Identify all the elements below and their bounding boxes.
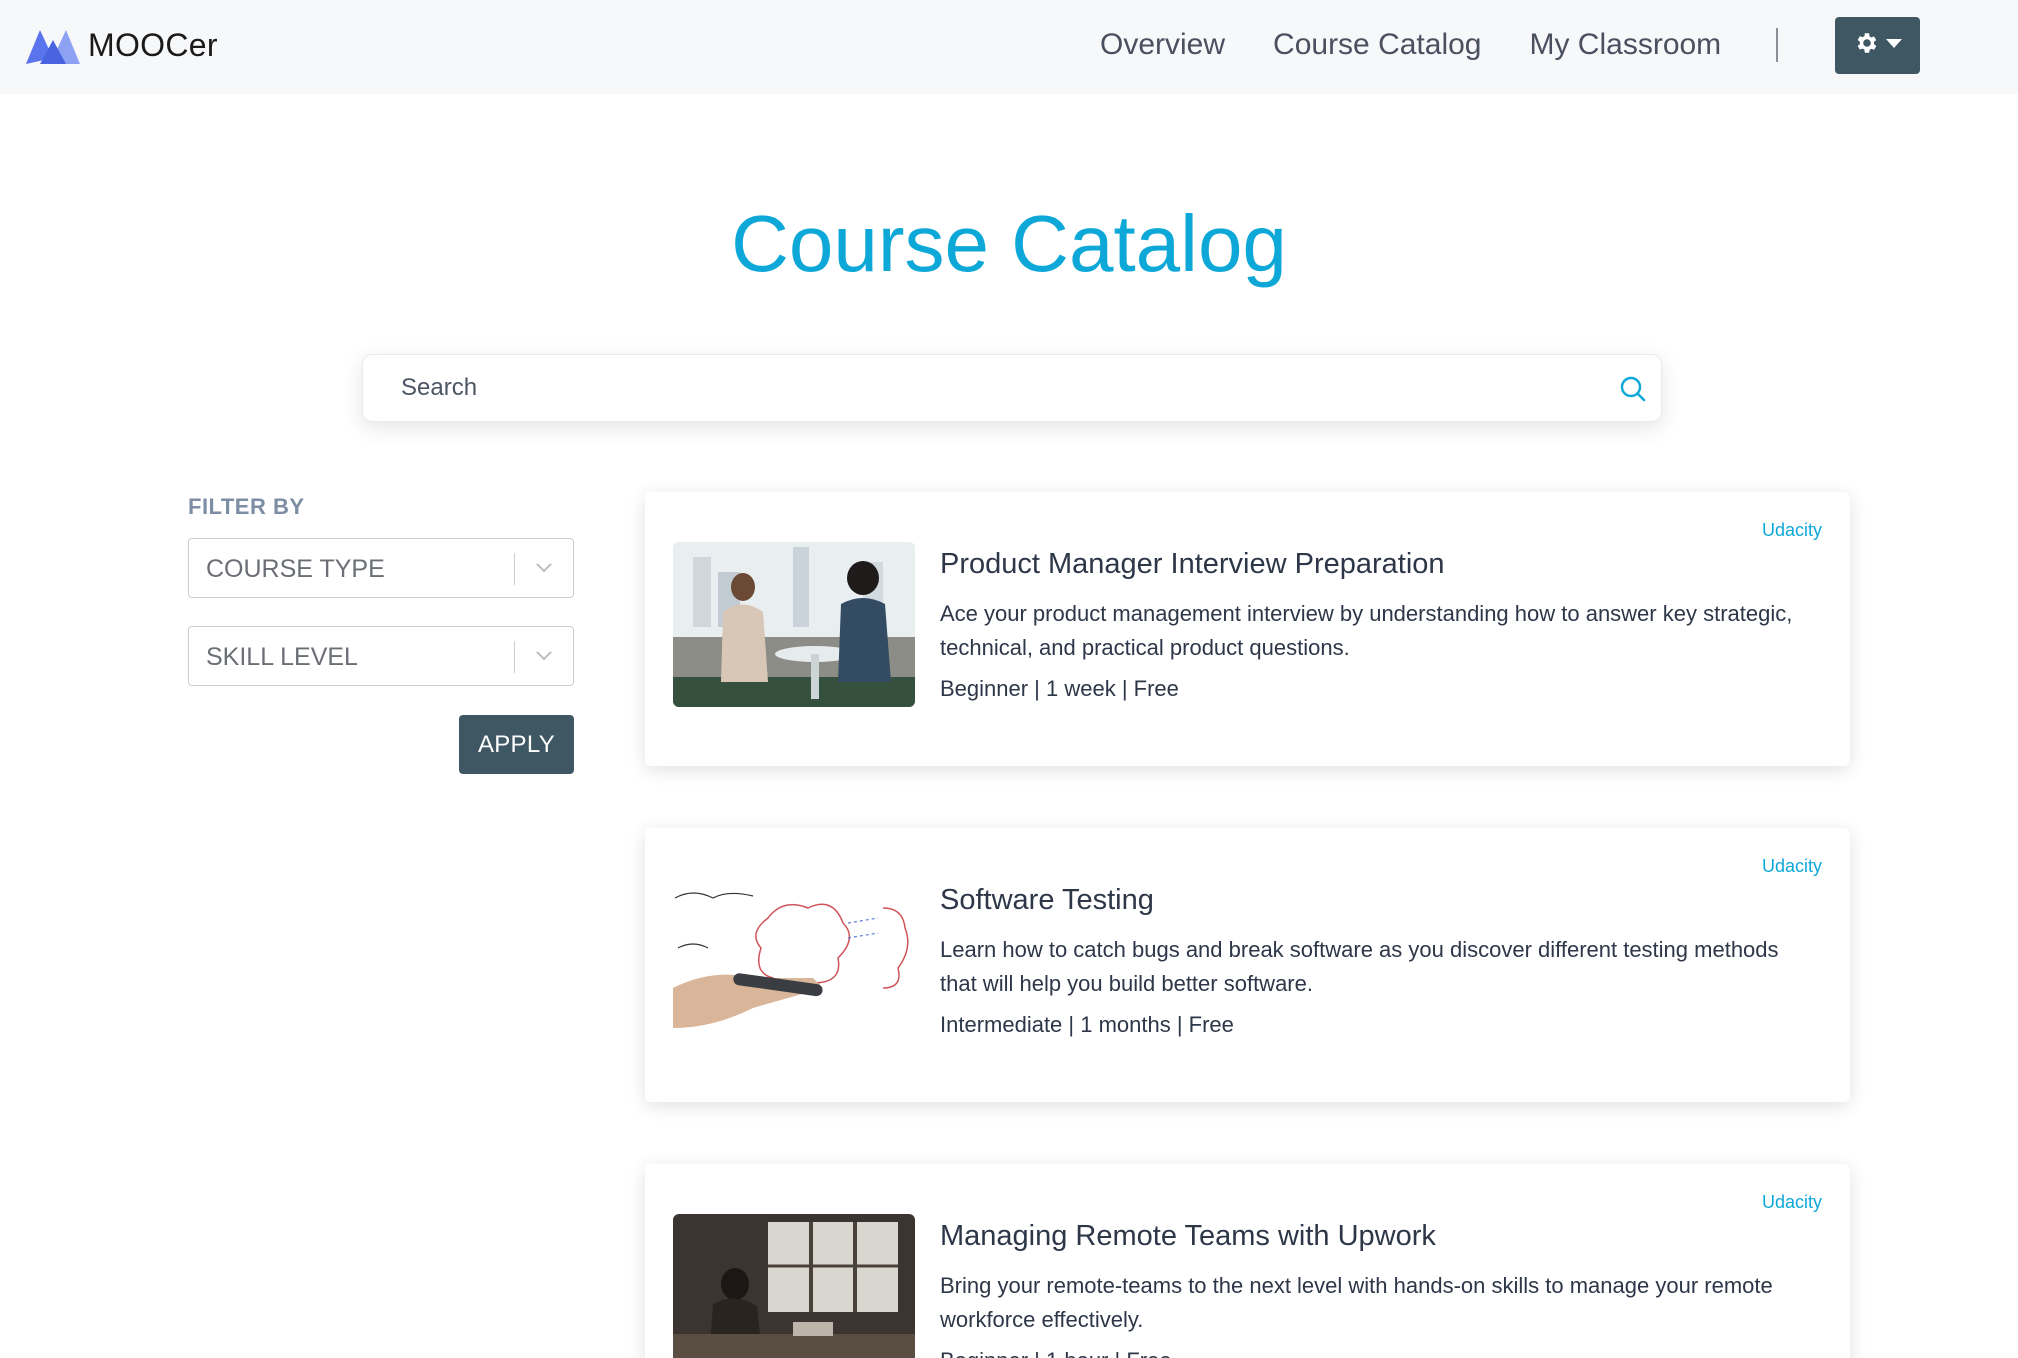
course-card[interactable]: Udacity Software Testing Learn how to ca… <box>645 828 1850 1102</box>
course-meta: Intermediate | 1 months | Free <box>940 1012 1234 1037</box>
nav-link-overview[interactable]: Overview <box>1100 28 1225 62</box>
settings-dropdown-button[interactable] <box>1835 17 1920 74</box>
mountain-logo-icon <box>26 28 80 64</box>
search-icon[interactable] <box>1619 375 1647 403</box>
page-title: Course Catalog <box>731 199 1287 288</box>
course-provider[interactable]: Udacity <box>1762 1192 1822 1213</box>
main-nav: Overview Course Catalog My Classroom <box>1100 28 1769 62</box>
search-bar <box>362 354 1662 422</box>
skill-level-select-value: SKILL LEVEL <box>206 643 358 671</box>
search-input[interactable] <box>401 355 1581 421</box>
course-card[interactable]: Udacity Product Manager Interview Prepar… <box>645 492 1850 766</box>
nav-divider <box>1776 28 1778 62</box>
course-type-select[interactable]: COURSE TYPE <box>188 538 574 598</box>
skill-level-select[interactable]: SKILL LEVEL <box>188 626 574 686</box>
course-thumbnail-remote-work <box>673 1214 915 1358</box>
top-navbar: MOOCer Overview Course Catalog My Classr… <box>0 0 2018 94</box>
brand-name: MOOCer <box>88 27 218 63</box>
course-thumbnail-meeting <box>673 542 915 707</box>
chevron-down-icon <box>534 645 554 665</box>
course-description: Bring your remote-teams to the next leve… <box>940 1273 1773 1332</box>
apply-filters-button[interactable]: APPLY <box>459 715 574 774</box>
course-title[interactable]: Managing Remote Teams with Upwork <box>940 1220 1436 1253</box>
course-description: Ace your product management interview by… <box>940 601 1793 660</box>
course-meta: Beginner | 1 hour | Free <box>940 1348 1172 1358</box>
course-description: Learn how to catch bugs and break softwa… <box>940 937 1779 996</box>
course-title[interactable]: Software Testing <box>940 884 1154 917</box>
course-meta: Beginner | 1 week | Free <box>940 676 1179 701</box>
brand[interactable]: MOOCer <box>26 27 218 64</box>
filter-heading: FILTER BY <box>188 494 305 519</box>
select-divider <box>514 553 515 585</box>
select-divider <box>514 641 515 673</box>
course-type-select-value: COURSE TYPE <box>206 555 385 583</box>
chevron-down-icon <box>1885 39 1902 48</box>
chevron-down-icon <box>534 557 554 577</box>
gear-icon <box>1854 30 1880 61</box>
course-thumbnail-whiteboard <box>673 878 915 1043</box>
course-provider[interactable]: Udacity <box>1762 856 1822 877</box>
nav-link-course-catalog[interactable]: Course Catalog <box>1273 28 1481 62</box>
nav-link-my-classroom[interactable]: My Classroom <box>1529 28 1721 62</box>
course-card[interactable]: Udacity Managing Remote Teams with Upwor… <box>645 1164 1850 1358</box>
course-title[interactable]: Product Manager Interview Preparation <box>940 548 1445 581</box>
course-provider[interactable]: Udacity <box>1762 520 1822 541</box>
